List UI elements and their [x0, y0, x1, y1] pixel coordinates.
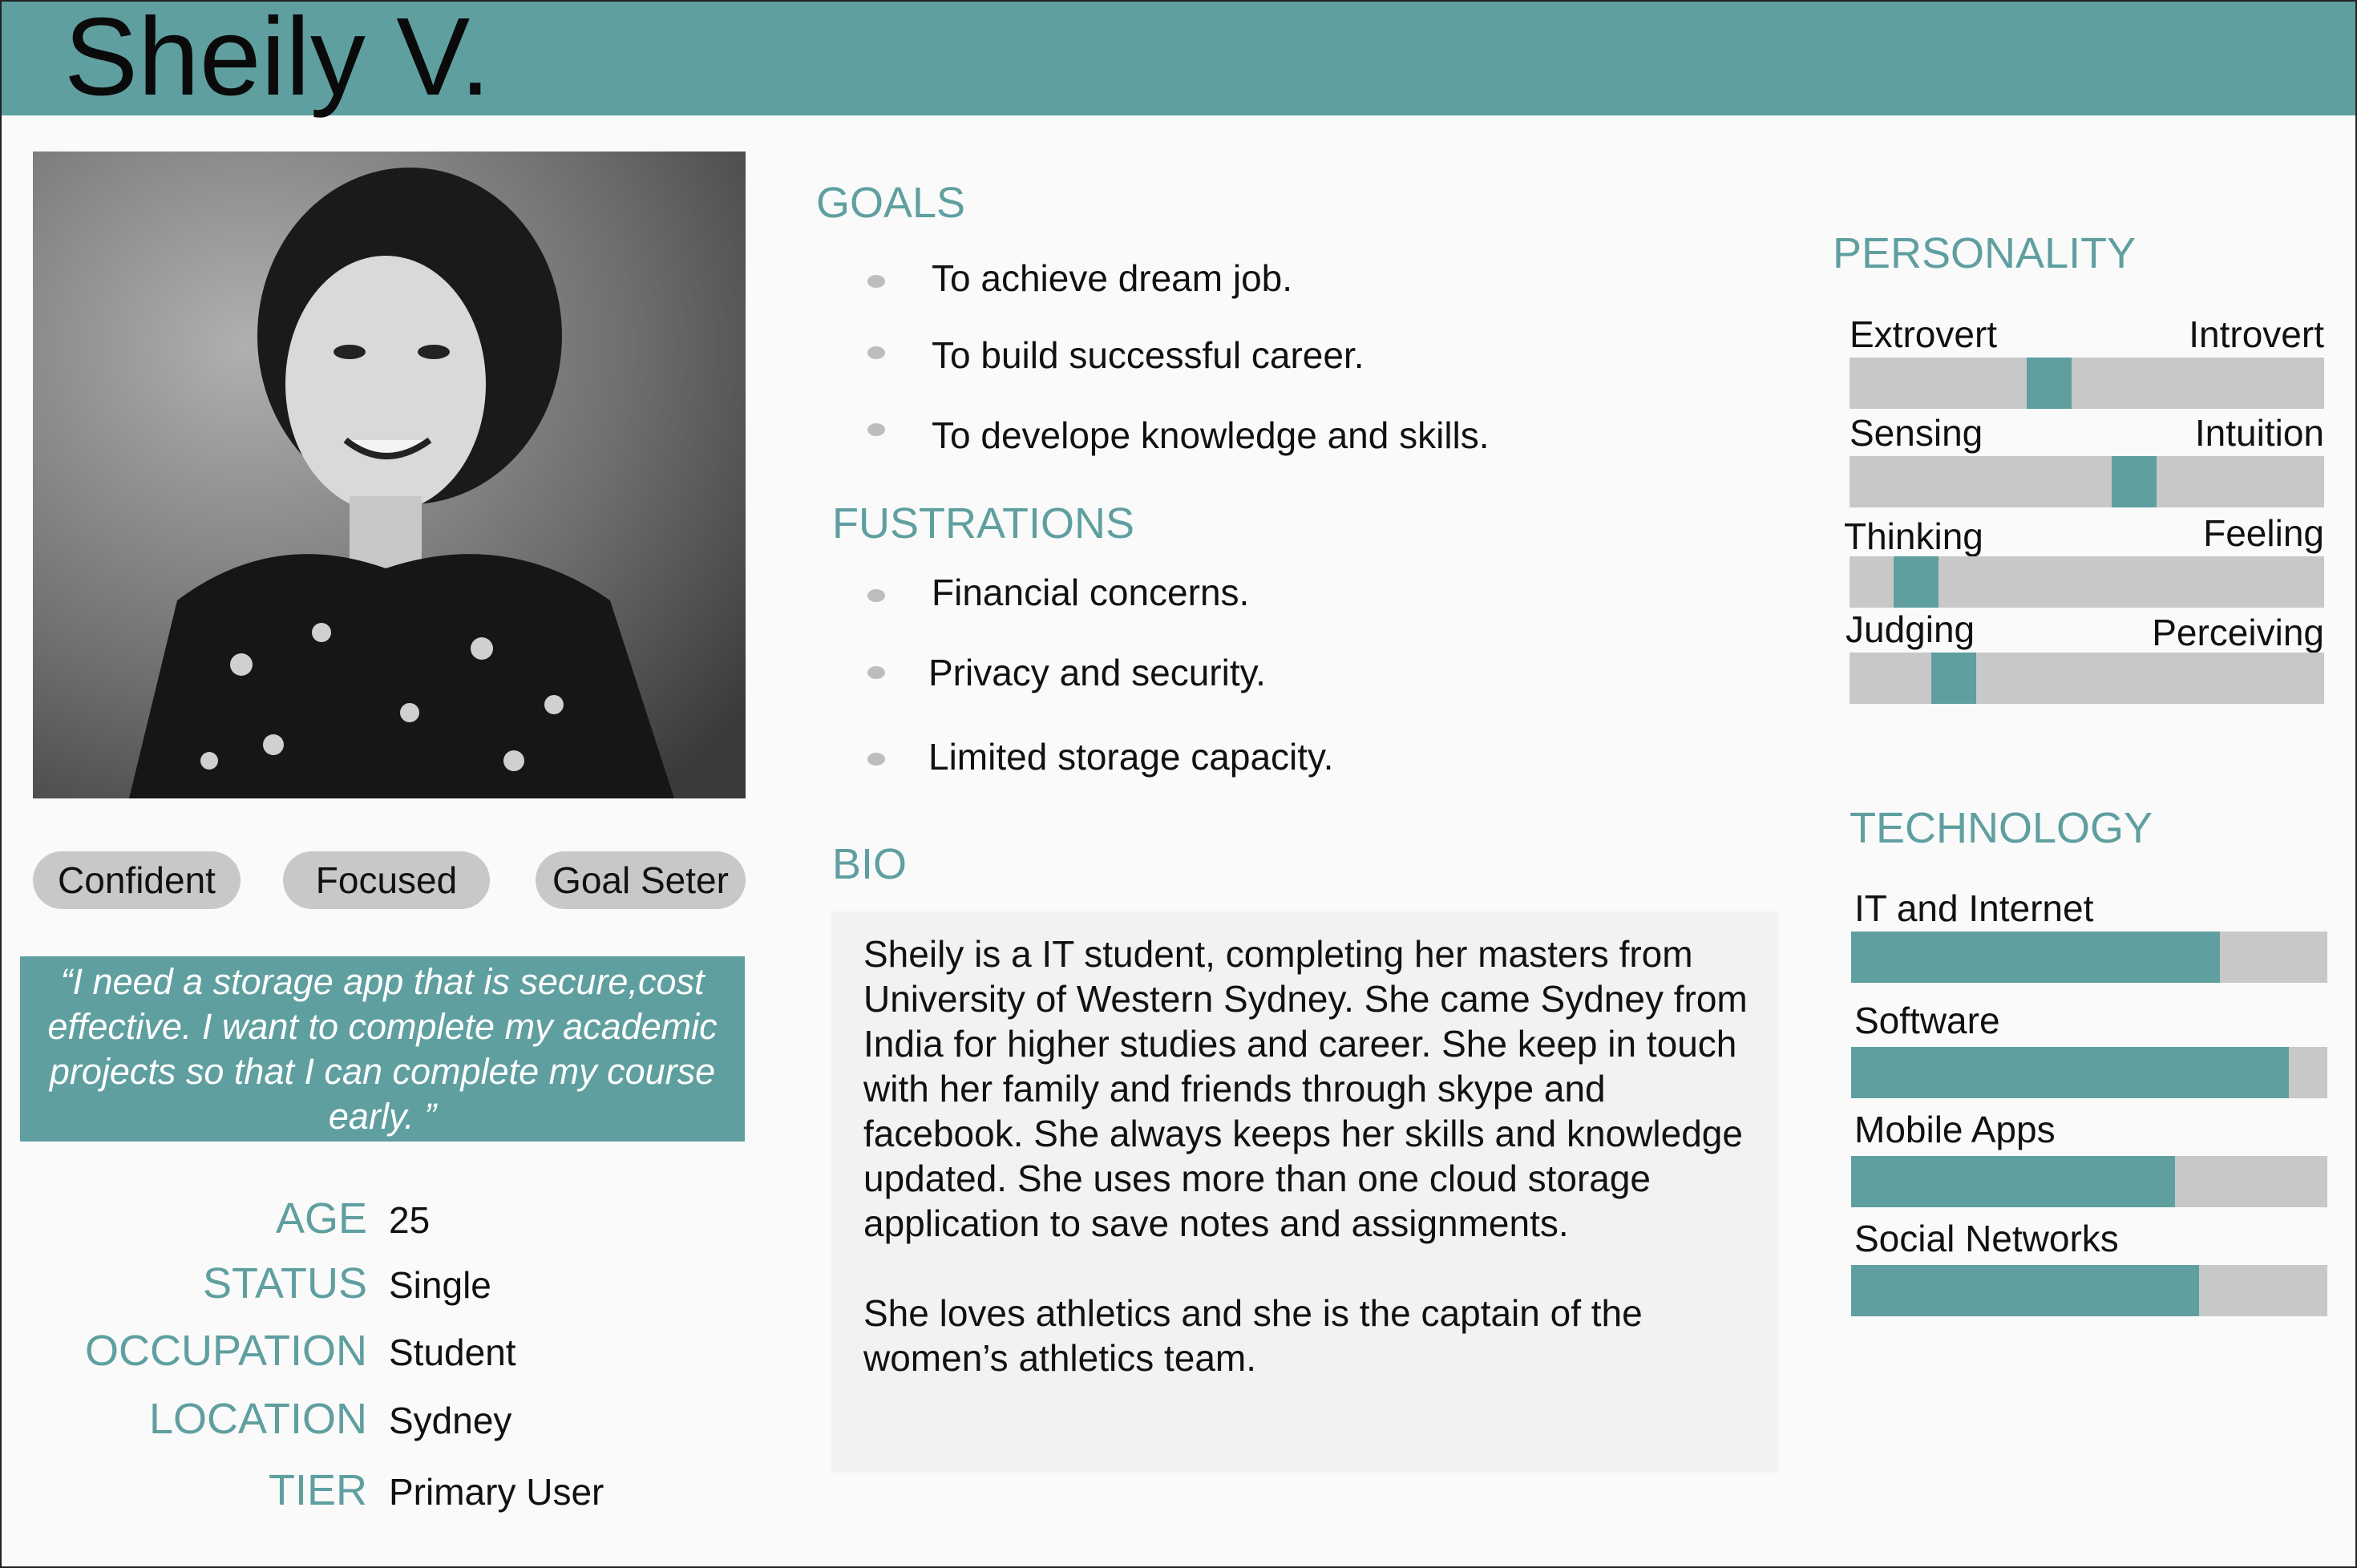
- info-label-tier: TIER: [268, 1466, 367, 1514]
- info-label-occupation: OCCUPATION: [84, 1327, 367, 1375]
- frustrations-heading: FUSTRATIONS: [832, 499, 1134, 548]
- goal-item: To build successful career.: [932, 334, 1364, 376]
- technology-heading: TECHNOLOGY: [1850, 804, 2153, 852]
- personality-marker: [1931, 653, 1977, 704]
- tech-label: IT and Internet: [1854, 887, 2094, 929]
- personality-marker: [2112, 456, 2157, 507]
- personality-left-label: Judging: [1846, 608, 1975, 650]
- persona-photo: [33, 152, 746, 798]
- personality-heading: PERSONALITY: [1833, 229, 2137, 277]
- tech-track: [1851, 1265, 2327, 1316]
- info-value-tier: Primary User: [389, 1471, 604, 1513]
- bio-heading: BIO: [832, 840, 908, 888]
- bio-text: Sheily is a IT student, completing her m…: [863, 932, 1761, 1425]
- tech-fill: [1851, 932, 2221, 983]
- personality-right-label: Feeling: [2203, 512, 2324, 554]
- persona-name: Sheily V.: [64, 0, 491, 119]
- info-label-location: LOCATION: [148, 1395, 367, 1443]
- bullet-icon: [867, 753, 885, 766]
- personality-right-label: Perceiving: [2152, 612, 2324, 653]
- bio-paragraph: Sheily is a IT student, completing her m…: [863, 933, 1748, 1244]
- tech-track: [1851, 932, 2327, 983]
- personality-left-label: Sensing: [1850, 412, 1983, 454]
- bio-paragraph: She loves athletics and she is the capta…: [863, 1292, 1643, 1379]
- bullet-icon: [867, 666, 885, 679]
- info-label-age: AGE: [275, 1194, 367, 1243]
- bullet-icon: [867, 346, 885, 359]
- personality-marker: [1893, 556, 1939, 608]
- goals-heading: GOALS: [816, 179, 966, 227]
- bullet-icon: [867, 589, 885, 602]
- personality-left-label: Thinking: [1844, 515, 1983, 557]
- quote-text: “I need a storage app that is secure,cos…: [47, 960, 718, 1137]
- frustration-item: Financial concerns.: [932, 572, 1250, 613]
- trait-chip: Focused: [283, 851, 490, 909]
- frustration-item: Limited storage capacity.: [928, 736, 1334, 778]
- personality-track: [1850, 358, 2324, 409]
- trait-chip: Confident: [33, 851, 241, 909]
- info-value-location: Sydney: [389, 1400, 512, 1441]
- personality-track: [1850, 653, 2324, 704]
- info-label-status: STATUS: [202, 1259, 367, 1307]
- tech-label: Mobile Apps: [1854, 1109, 2056, 1150]
- tech-fill: [1851, 1047, 2290, 1098]
- goal-item: To develope knowledge and skills.: [932, 414, 1490, 456]
- info-value-age: 25: [389, 1199, 431, 1241]
- trait-chip: Goal Seter: [536, 851, 746, 909]
- trait-chips: Confident Focused Goal Seter: [33, 851, 746, 909]
- frustration-item: Privacy and security.: [928, 652, 1266, 693]
- tech-fill: [1851, 1265, 2199, 1316]
- tech-track: [1851, 1156, 2327, 1207]
- bullet-icon: [867, 423, 885, 436]
- persona-quote: “I need a storage app that is secure,cos…: [20, 956, 745, 1142]
- persona-page: Sheily V. Confident Focused Goal Seter “…: [0, 0, 2357, 1568]
- goal-item: To achieve dream job.: [932, 257, 1293, 299]
- tech-track: [1851, 1047, 2327, 1098]
- bullet-icon: [867, 275, 885, 288]
- info-value-status: Single: [389, 1264, 491, 1306]
- personality-track: [1850, 556, 2324, 608]
- personality-marker: [2026, 358, 2072, 409]
- tech-label: Software: [1854, 1000, 2000, 1041]
- personality-track: [1850, 456, 2324, 507]
- personality-right-label: Introvert: [2189, 313, 2324, 355]
- tech-fill: [1851, 1156, 2175, 1207]
- info-value-occupation: Student: [389, 1332, 516, 1373]
- header-bar: Sheily V.: [2, 0, 2355, 119]
- tech-label: Social Networks: [1854, 1218, 2119, 1259]
- personality-right-label: Intuition: [2194, 412, 2324, 454]
- personality-left-label: Extrovert: [1850, 313, 1998, 355]
